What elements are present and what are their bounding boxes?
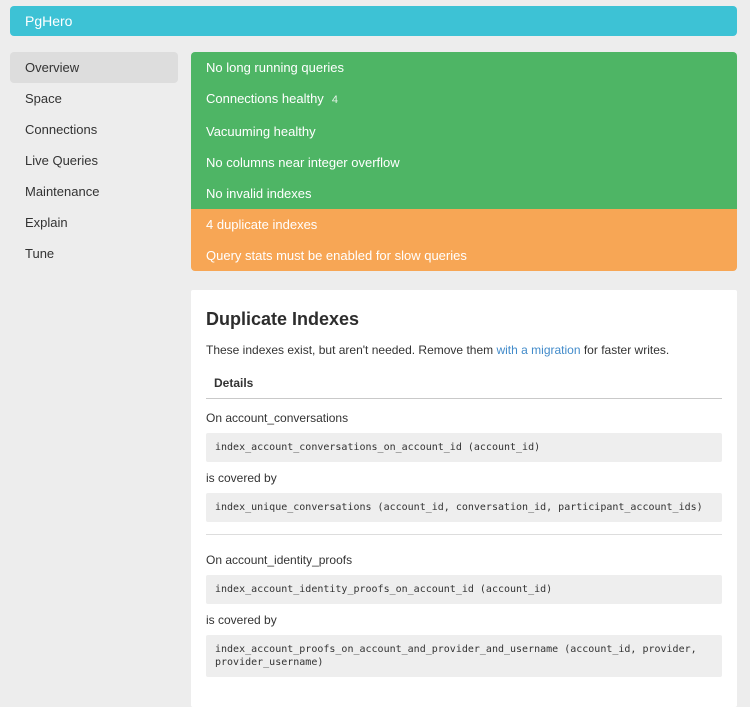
card-description: These indexes exist, but aren't needed. … xyxy=(206,343,722,358)
status-no-long-running-queries[interactable]: No long running queries xyxy=(191,52,737,83)
status-no-integer-overflow[interactable]: No columns near integer overflow xyxy=(191,147,737,178)
details-header: Details xyxy=(206,368,722,399)
duplicate-index-code: index_account_identity_proofs_on_account… xyxy=(206,575,722,604)
duplicate-index-section: On account_identity_proofs index_account… xyxy=(206,534,722,689)
status-label: Connections healthy xyxy=(206,91,324,106)
content-row: Overview Space Connections Live Queries … xyxy=(10,52,737,707)
sidebar-item-overview[interactable]: Overview xyxy=(10,52,178,83)
migration-link[interactable]: with a migration xyxy=(496,343,580,357)
sidebar-item-explain[interactable]: Explain xyxy=(10,207,178,238)
main-content: No long running queries Connections heal… xyxy=(191,52,737,707)
description-text-before: These indexes exist, but aren't needed. … xyxy=(206,343,497,357)
page: PgHero Overview Space Connections Live Q… xyxy=(0,0,750,707)
status-query-stats-disabled[interactable]: Query stats must be enabled for slow que… xyxy=(191,240,737,271)
sidebar-item-tune[interactable]: Tune xyxy=(10,238,178,269)
on-table-label: On account_conversations xyxy=(206,411,349,425)
sidebar: Overview Space Connections Live Queries … xyxy=(10,52,178,707)
brand-link[interactable]: PgHero xyxy=(25,13,72,29)
duplicate-indexes-card: Duplicate Indexes These indexes exist, b… xyxy=(191,290,737,707)
status-no-invalid-indexes[interactable]: No invalid indexes xyxy=(191,178,737,209)
covered-by-label: is covered by xyxy=(206,471,277,485)
sidebar-item-connections[interactable]: Connections xyxy=(10,114,178,145)
duplicate-index-section: On account_conversations index_account_c… xyxy=(206,411,722,534)
status-duplicate-indexes[interactable]: 4 duplicate indexes xyxy=(191,209,737,240)
status-connections-healthy[interactable]: Connections healthy 4 xyxy=(191,83,737,116)
status-alerts: No long running queries Connections heal… xyxy=(191,52,737,271)
covering-index-code: index_account_proofs_on_account_and_prov… xyxy=(206,635,722,677)
sidebar-item-maintenance[interactable]: Maintenance xyxy=(10,176,178,207)
status-vacuuming-healthy[interactable]: Vacuuming healthy xyxy=(191,116,737,147)
sidebar-item-space[interactable]: Space xyxy=(10,83,178,114)
covering-index-code: index_unique_conversations (account_id, … xyxy=(206,493,722,522)
on-table-label: On account_identity_proofs xyxy=(206,553,353,567)
covered-by-label: is covered by xyxy=(206,613,277,627)
navbar: PgHero xyxy=(10,6,737,36)
status-count: 4 xyxy=(331,94,338,106)
description-text-after: for faster writes. xyxy=(580,343,670,357)
duplicate-index-code: index_account_conversations_on_account_i… xyxy=(206,433,722,462)
page-title: Duplicate Indexes xyxy=(206,309,360,329)
sidebar-item-live-queries[interactable]: Live Queries xyxy=(10,145,178,176)
